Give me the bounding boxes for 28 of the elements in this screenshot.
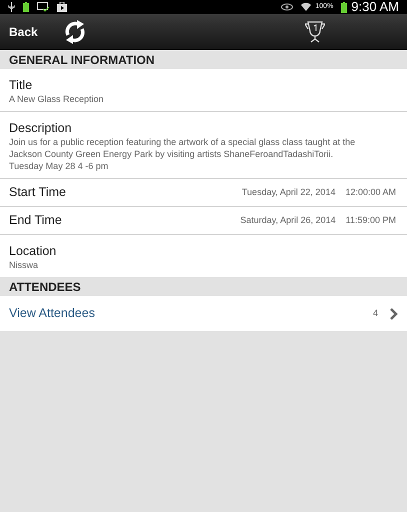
date-value: Saturday, April 26, 2014 <box>240 214 336 227</box>
battery-icon <box>23 2 29 12</box>
field-label: Location <box>9 244 58 259</box>
clock-time: 9:30 AM <box>351 0 399 16</box>
trophy-icon[interactable] <box>305 20 325 42</box>
section-header: ATTENDEES <box>9 278 81 296</box>
field-value: Nisswa <box>9 259 40 271</box>
section-header: GENERAL INFORMATION <box>9 52 155 68</box>
date-value: Tuesday, April 22, 2014 <box>242 186 336 199</box>
field-label: Title <box>9 78 34 93</box>
field-value: A New Glass Reception <box>9 93 105 105</box>
eye-icon <box>281 3 294 11</box>
screen-icon <box>37 2 49 12</box>
back-button[interactable]: Back <box>9 22 38 40</box>
time-value: 12:00:00 AM <box>345 186 396 199</box>
chevron-icon <box>390 308 398 320</box>
field-label: End Time <box>9 212 62 230</box>
attendee-count: 4 <box>372 306 378 320</box>
field-value: Join us for a public reception featuring the artwork of a special glass class taught at the Jackson County Green Energy Park by visiting artists ShaneFeroandTadashiTorii. Tuesday May 28 4 -6 pm <box>9 136 356 172</box>
refresh-icon[interactable] <box>64 20 86 44</box>
usb-icon <box>8 2 15 12</box>
time-value: 11:59:00 PM <box>346 214 396 227</box>
list-item[interactable]: View Attendees 4 <box>0 296 407 331</box>
view-attendees-link[interactable]: View Attendees <box>9 304 95 323</box>
field-label: Description <box>9 121 73 136</box>
field-label: Start Time <box>9 184 66 202</box>
wifi-icon <box>301 2 312 12</box>
battery-icon <box>341 2 348 12</box>
